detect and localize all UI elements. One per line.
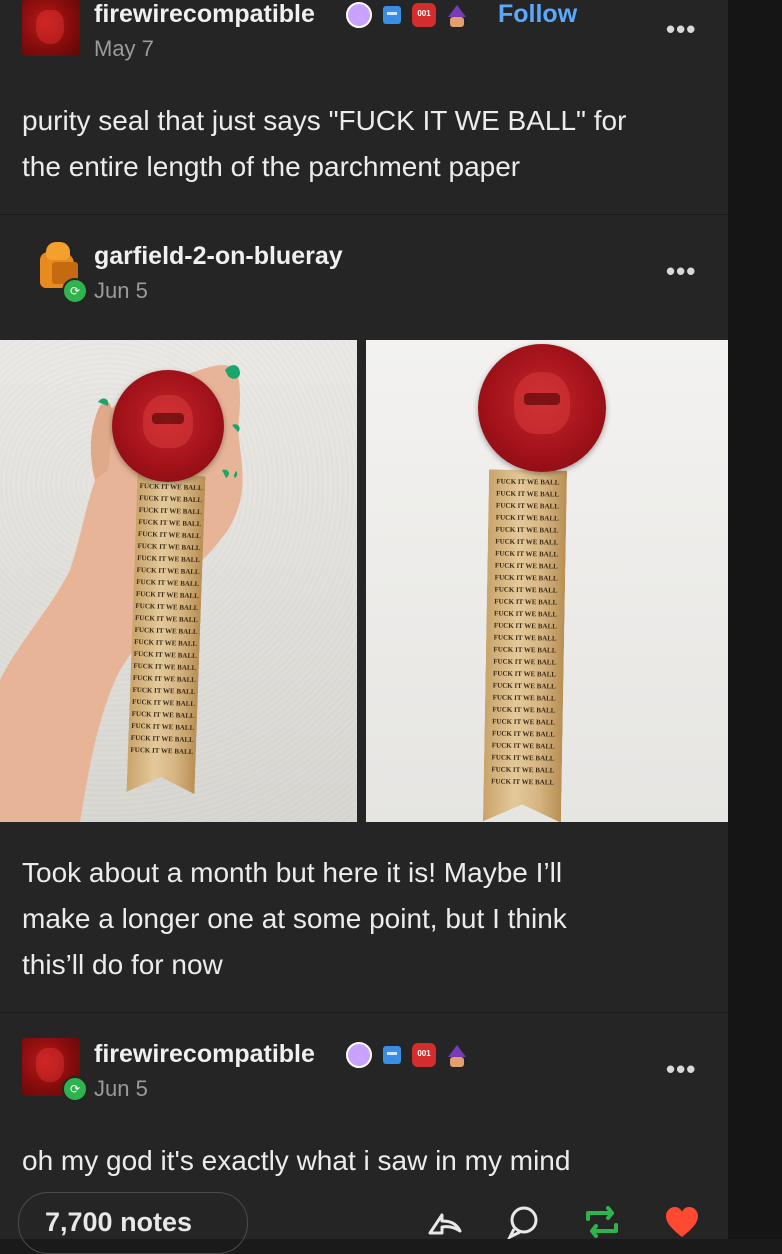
photo-seal-in-hand[interactable]: FUCK IT WE BALL FUCK IT WE BALL FUCK IT … xyxy=(0,340,357,822)
scroll-text: FUCK IT WE BALL xyxy=(494,609,558,619)
photo-seal-on-wall[interactable]: FUCK IT WE BALL FUCK IT WE BALL FUCK IT … xyxy=(366,340,728,822)
side-gutter xyxy=(728,0,782,1239)
post-body-line: make a longer one at some point, but I t… xyxy=(22,903,567,934)
post-date[interactable]: Jun 5 xyxy=(94,278,148,304)
post-body-line: purity seal that just says "FUCK IT WE B… xyxy=(22,105,627,136)
username[interactable]: garfield-2-on-blueray xyxy=(94,242,343,271)
scroll-text: FUCK IT WE BALL xyxy=(495,537,559,547)
scroll-text: FUCK IT WE BALL xyxy=(491,765,555,775)
wizard-badge-icon[interactable] xyxy=(444,3,468,27)
scroll-text: FUCK IT WE BALL xyxy=(492,705,556,715)
wax-seal-skull xyxy=(478,344,606,472)
hex-badge-icon[interactable] xyxy=(412,1043,436,1067)
paw-badge-icon[interactable] xyxy=(346,1042,372,1068)
user-badges xyxy=(346,2,468,28)
notes-count: 7,700 notes xyxy=(45,1207,193,1237)
scroll-text: FUCK IT WE BALL xyxy=(494,573,558,583)
reblog-badge-icon: ⟳ xyxy=(62,278,88,304)
post-body-line: Took about a month but here it is! Maybe… xyxy=(22,857,563,888)
scroll-text: FUCK IT WE BALL xyxy=(491,741,555,751)
scroll-text: FUCK IT WE BALL xyxy=(496,489,560,499)
scroll-text: FUCK IT WE BALL xyxy=(492,681,556,691)
more-options-icon[interactable]: ••• xyxy=(666,1054,696,1085)
username[interactable]: firewirecompatible xyxy=(94,1040,315,1069)
share-icon[interactable] xyxy=(424,1205,464,1239)
wax-seal-skull xyxy=(112,370,224,482)
post-body: purity seal that just says "FUCK IT WE B… xyxy=(22,98,712,190)
scroll-text: FUCK IT WE BALL xyxy=(494,561,558,571)
username[interactable]: firewirecompatible xyxy=(94,0,315,29)
parchment-scroll: FUCK IT WE BALL FUCK IT WE BALL FUCK IT … xyxy=(483,469,567,822)
hex-badge-icon[interactable] xyxy=(412,3,436,27)
more-options-icon[interactable]: ••• xyxy=(666,256,696,287)
more-options-icon[interactable]: ••• xyxy=(666,14,696,45)
follow-button[interactable]: Follow xyxy=(498,0,577,29)
user-badges xyxy=(346,1042,468,1068)
scroll-text: FUCK IT WE BALL xyxy=(494,585,558,595)
paw-badge-icon[interactable] xyxy=(346,2,372,28)
wizard-badge-icon[interactable] xyxy=(444,1043,468,1067)
post-body: oh my god it's exactly what i saw in my … xyxy=(22,1145,571,1176)
post-date[interactable]: Jun 5 xyxy=(94,1076,148,1102)
post-date[interactable]: May 7 xyxy=(94,36,154,62)
notes-button[interactable]: 7,700 notes xyxy=(18,1192,248,1254)
scroll-text: FUCK IT WE BALL xyxy=(492,669,557,679)
robot-badge-icon[interactable] xyxy=(380,3,404,27)
like-heart-icon[interactable] xyxy=(662,1205,702,1239)
post-body-line: this’ll do for now xyxy=(22,949,223,980)
scroll-text: FUCK IT WE BALL xyxy=(493,621,557,631)
scroll-text: FUCK IT WE BALL xyxy=(493,657,557,667)
divider xyxy=(0,1012,728,1013)
scroll-text: FUCK IT WE BALL xyxy=(496,477,560,487)
scroll-text: FUCK IT WE BALL xyxy=(492,693,556,703)
reply-icon[interactable] xyxy=(504,1205,544,1239)
tumblr-post: firewirecompatible Follow May 7 ••• puri… xyxy=(0,0,728,1254)
robot-badge-icon[interactable] xyxy=(380,1043,404,1067)
scroll-text: FUCK IT WE BALL xyxy=(495,501,559,511)
reblog-badge-icon: ⟳ xyxy=(62,1076,88,1102)
avatar[interactable] xyxy=(22,0,80,56)
scroll-text: FUCK IT WE BALL xyxy=(492,717,556,727)
scroll-text: FUCK IT WE BALL xyxy=(495,513,559,523)
scroll-text: FUCK IT WE BALL xyxy=(491,729,555,739)
post-body-line: the entire length of the parchment paper xyxy=(22,151,521,182)
divider xyxy=(0,214,728,215)
scroll-text: FUCK IT WE BALL xyxy=(493,645,557,655)
post-body: Took about a month but here it is! Maybe… xyxy=(22,850,712,988)
scroll-text: FUCK IT WE BALL xyxy=(494,597,558,607)
scroll-text: FUCK IT WE BALL xyxy=(495,525,559,535)
scroll-text: FUCK IT WE BALL xyxy=(495,549,559,559)
reblog-icon[interactable] xyxy=(582,1205,622,1239)
scroll-text: FUCK IT WE BALL xyxy=(491,777,555,787)
scroll-text: FUCK IT WE BALL xyxy=(491,753,555,763)
scroll-text: FUCK IT WE BALL xyxy=(493,633,557,643)
